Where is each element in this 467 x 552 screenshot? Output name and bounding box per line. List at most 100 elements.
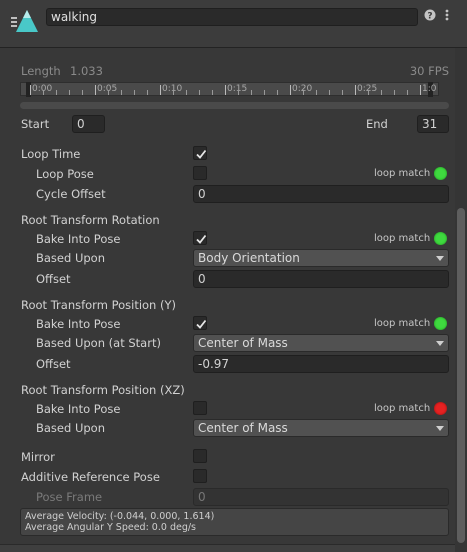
ruler-major-tick [225, 85, 226, 95]
ruler-minor-tick [186, 90, 187, 95]
loop-time-checkbox[interactable] [193, 146, 207, 160]
position-y-offset-field[interactable]: -0.97 [193, 355, 449, 373]
pose-frame-label: Pose Frame [36, 490, 103, 504]
ruler-minor-tick [303, 90, 304, 95]
rotation-based-value: Body Orientation [198, 251, 300, 265]
chevron-down-icon [436, 256, 444, 261]
ruler-minor-tick [173, 90, 174, 95]
rotation-based-dropdown[interactable]: Body Orientation [193, 249, 449, 267]
mirror-checkbox[interactable] [193, 449, 207, 463]
ruler-label: 1:0 [422, 84, 437, 94]
loop-time-row: Loop Time [0, 145, 455, 163]
rotation-offset-field[interactable]: 0 [193, 270, 449, 288]
length-value: 1.033 [70, 64, 103, 78]
loop-pose-row: Loop Pose loop match [0, 165, 455, 183]
loop-match-green-icon [434, 167, 447, 180]
ruler-minor-tick [238, 90, 239, 95]
rotation-match-label: loop match [374, 233, 431, 244]
position-y-based-dropdown[interactable]: Center of Mass [193, 334, 449, 352]
additive-reference-pose-checkbox[interactable] [193, 469, 207, 483]
ruler-major-tick [290, 85, 291, 95]
start-field[interactable]: 0 [72, 115, 105, 133]
ruler-major-tick [420, 85, 421, 95]
position-xz-based-label: Based Upon [36, 421, 105, 435]
clip-name-field[interactable]: walking [46, 8, 418, 26]
loop-time-label: Loop Time [21, 147, 81, 161]
ruler-minor-tick [121, 90, 122, 95]
position-y-bake-label: Bake Into Pose [36, 317, 121, 331]
fps-label: 30 FPS [409, 64, 449, 78]
timeline-ruler[interactable]: 0:00 0:05 0:10 0:15 0:20 0:25 1:0 [20, 82, 439, 97]
ruler-minor-tick [316, 90, 317, 95]
cycle-offset-row: Cycle Offset 0 [0, 185, 455, 203]
position-y-based-label: Based Upon (at Start) [36, 336, 161, 350]
ruler-minor-tick [147, 90, 148, 95]
ruler-minor-tick [394, 90, 395, 95]
ruler-major-tick [160, 85, 161, 95]
pose-frame-row: Pose Frame 0 [0, 488, 455, 506]
rotation-offset-label: Offset [36, 272, 71, 286]
position-xz-bake-checkbox[interactable] [193, 401, 207, 415]
scrollbar-thumb[interactable] [457, 208, 465, 543]
kebab-menu-icon[interactable] [441, 9, 453, 23]
position-xz-based-dropdown[interactable]: Center of Mass [193, 419, 449, 437]
ruler-minor-tick [199, 90, 200, 95]
additive-reference-pose-label: Additive Reference Pose [21, 470, 160, 484]
rotation-based-row: Based Upon Body Orientation [0, 249, 455, 267]
inspector-scrollbar[interactable] [455, 48, 467, 552]
position-xz-bake-row: Bake Into Pose loop match [0, 400, 455, 418]
position-y-bake-checkbox[interactable] [193, 316, 207, 330]
rotation-match-green-icon [434, 232, 447, 245]
position-xz-based-row: Based Upon Center of Mass [0, 419, 455, 437]
average-velocity-text: Average Velocity: (-0.044, 0.000, 1.614) [25, 511, 215, 522]
mirror-row: Mirror [0, 448, 455, 466]
ruler-minor-tick [368, 90, 369, 95]
ruler-minor-tick [69, 90, 70, 95]
loop-pose-checkbox[interactable] [193, 166, 207, 180]
ruler-minor-tick [251, 90, 252, 95]
ruler-minor-tick [342, 90, 343, 95]
help-icon[interactable]: ? [424, 9, 436, 23]
length-label: Length [21, 64, 61, 78]
svg-text:?: ? [427, 12, 432, 22]
ruler-minor-tick [82, 90, 83, 95]
rotation-offset-row: Offset 0 [0, 270, 455, 288]
position-y-match-green-icon [434, 317, 447, 330]
end-field[interactable]: 31 [417, 115, 449, 133]
root-rotation-title: Root Transform Rotation [21, 213, 160, 227]
position-xz-match-red-icon [434, 402, 447, 415]
root-position-y-header: Root Transform Position (Y) [0, 296, 455, 314]
ruler-major-tick [30, 85, 31, 95]
position-y-based-value: Center of Mass [198, 336, 288, 350]
motion-summary-box: Average Velocity: (-0.044, 0.000, 1.614)… [20, 508, 449, 536]
rotation-bake-label: Bake Into Pose [36, 232, 121, 246]
position-y-offset-label: Offset [36, 357, 71, 371]
animation-clip-icon [11, 10, 38, 32]
ruler-minor-tick [134, 90, 135, 95]
range-row: Start 0 End 31 [0, 115, 455, 133]
ruler-minor-tick [329, 90, 330, 95]
ruler-minor-tick [43, 90, 44, 95]
root-position-y-title: Root Transform Position (Y) [21, 298, 176, 312]
position-xz-bake-label: Bake Into Pose [36, 402, 121, 416]
timeline-scrub-bar[interactable] [20, 102, 449, 109]
end-label: End [366, 117, 388, 131]
rotation-bake-row: Bake Into Pose loop match [0, 230, 455, 248]
ruler-minor-tick [407, 90, 408, 95]
chevron-down-icon [436, 341, 444, 346]
ruler-minor-tick [264, 90, 265, 95]
rotation-based-label: Based Upon [36, 251, 105, 265]
clip-header: walking ? [0, 0, 467, 48]
rotation-bake-checkbox[interactable] [193, 231, 207, 245]
loop-match-label: loop match [374, 168, 431, 179]
ruler-minor-tick [108, 90, 109, 95]
position-y-based-row: Based Upon (at Start) Center of Mass [0, 334, 455, 352]
additive-row: Additive Reference Pose [0, 468, 455, 486]
root-position-xz-title: Root Transform Position (XZ) [21, 383, 185, 397]
ruler-minor-tick [381, 90, 382, 95]
bottom-divider [0, 544, 455, 552]
ruler-major-tick [95, 85, 96, 95]
position-xz-match-label: loop match [374, 403, 431, 414]
mirror-label: Mirror [21, 450, 55, 464]
cycle-offset-field[interactable]: 0 [193, 185, 449, 203]
